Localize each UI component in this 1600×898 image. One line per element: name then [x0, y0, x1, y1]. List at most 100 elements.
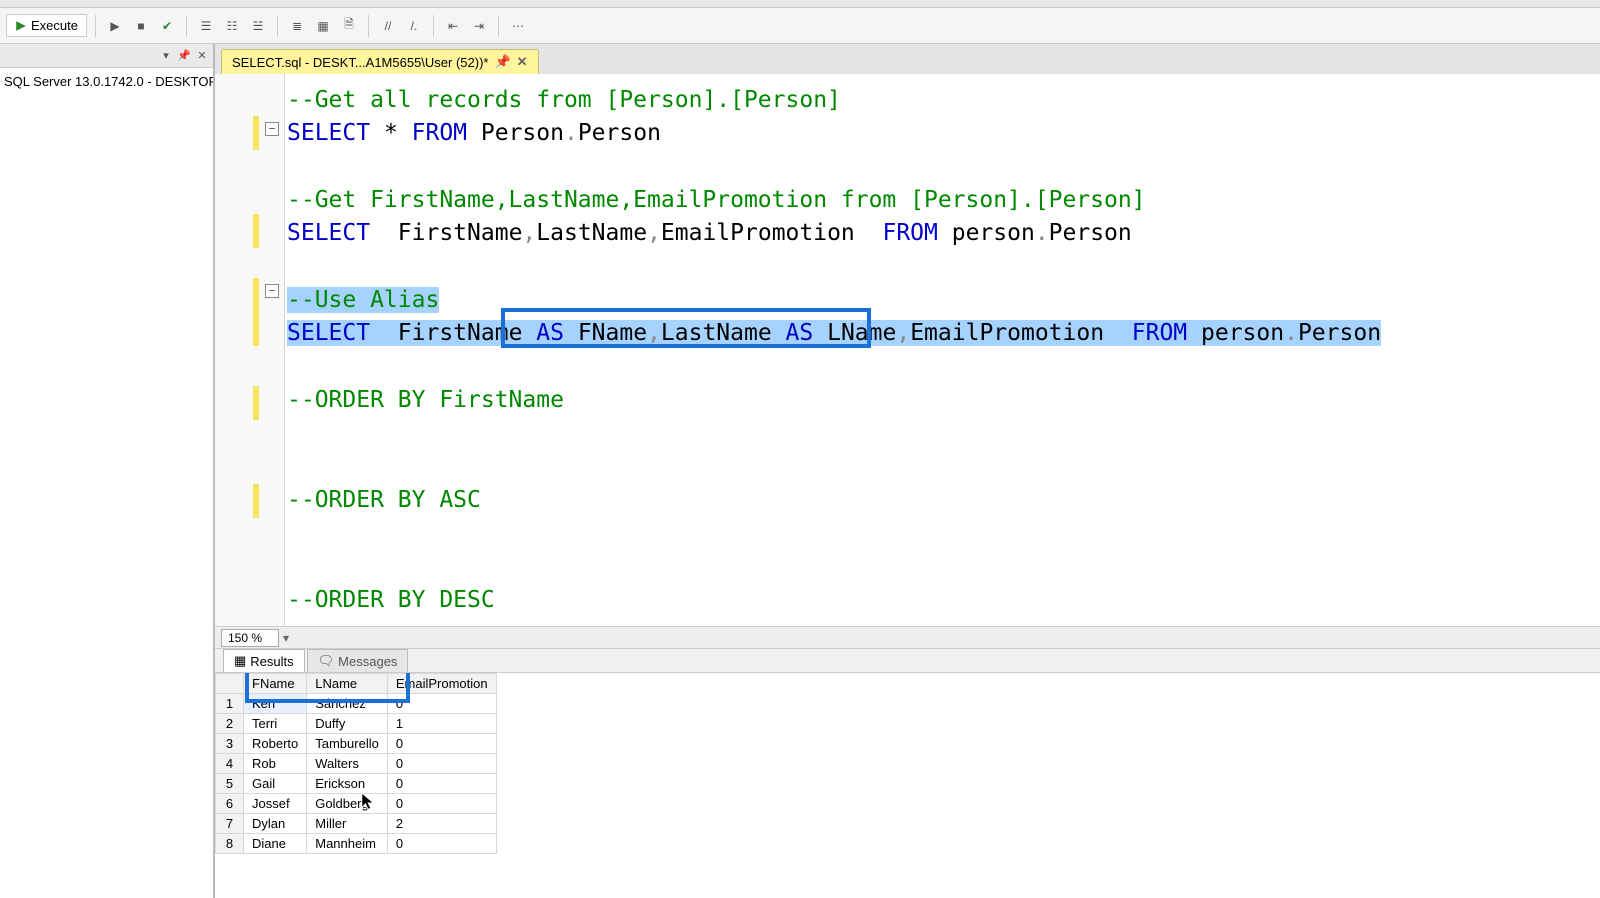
specify-values-icon[interactable]: ⋯ [507, 15, 529, 37]
execute-button[interactable]: Execute [6, 14, 87, 37]
parse-check-icon[interactable]: ✔ [156, 15, 178, 37]
debug-icon[interactable]: ▶ [104, 15, 126, 37]
server-node[interactable]: SQL Server 13.0.1742.0 - DESKTOP-A [4, 74, 213, 89]
code-comment: --ORDER BY ASC [287, 487, 481, 513]
row-number: 4 [216, 754, 244, 774]
dropdown-icon[interactable]: ▾ [159, 49, 173, 63]
execute-label: Execute [31, 18, 78, 33]
cell[interactable]: Gail [244, 774, 307, 794]
play-icon [15, 20, 27, 32]
cell[interactable]: Sánchez [307, 694, 388, 714]
object-explorer: ▾ 📌 ✕ SQL Server 13.0.1742.0 - DESKTOP-A [0, 44, 215, 898]
table-row[interactable]: 1 Ken Sánchez 0 [216, 694, 497, 714]
toolbar-separator [186, 15, 187, 37]
zoom-select[interactable]: 150 % [221, 629, 279, 647]
table-row[interactable]: 3 Roberto Tamburello 0 [216, 734, 497, 754]
results-grid[interactable]: FName LName EmailPromotion 1 Ken Sánchez… [215, 673, 497, 854]
code-comment: --ORDER BY FirstName [287, 387, 564, 413]
table-row[interactable]: 7 Dylan Miller 2 [216, 814, 497, 834]
close-icon[interactable]: ✕ [195, 49, 209, 63]
cell[interactable]: Dylan [244, 814, 307, 834]
col-header-emailpromotion[interactable]: EmailPromotion [387, 674, 496, 694]
menu-bar-strip [0, 0, 1600, 8]
document-area: SELECT.sql - DESKT...A1M5655\User (52))*… [215, 44, 1600, 898]
results-tab[interactable]: ▦ Results [223, 649, 305, 672]
comment-icon[interactable]: // [377, 15, 399, 37]
table-row[interactable]: 2 Terri Duffy 1 [216, 714, 497, 734]
results-text-icon[interactable]: ≣ [286, 15, 308, 37]
grid-header-row: FName LName EmailPromotion [216, 674, 497, 694]
toolbar: Execute ▶ ■ ✔ ☰ ☷ ☱ ≣ ▦ 🗎 // /. ⇤ ⇥ ⋯ [0, 8, 1600, 44]
include-stats-icon[interactable]: ☱ [247, 15, 269, 37]
cell[interactable]: Diane [244, 834, 307, 854]
include-plan-icon[interactable]: ☷ [221, 15, 243, 37]
cell[interactable]: Rob [244, 754, 307, 774]
toolbar-separator [498, 15, 499, 37]
code-block: --Get all records from [Person].[Person]… [287, 84, 1600, 618]
stop-icon[interactable]: ■ [130, 15, 152, 37]
tab-pin-icon[interactable]: 📌 [494, 54, 510, 70]
row-number: 5 [216, 774, 244, 794]
cell[interactable]: Ken [244, 694, 307, 714]
pin-icon[interactable]: 📌 [177, 49, 191, 63]
cell[interactable]: Mannheim [307, 834, 388, 854]
cell[interactable]: 0 [387, 754, 496, 774]
cell[interactable]: Walters [307, 754, 388, 774]
col-header-lname[interactable]: LName [307, 674, 388, 694]
table-row[interactable]: 6 Jossef Goldberg 0 [216, 794, 497, 814]
cell[interactable]: Miller [307, 814, 388, 834]
table-row[interactable]: 4 Rob Walters 0 [216, 754, 497, 774]
cell[interactable]: 0 [387, 794, 496, 814]
results-grid-icon[interactable]: ▦ [312, 15, 334, 37]
cell[interactable]: 1 [387, 714, 496, 734]
close-icon[interactable]: ✕ [517, 54, 528, 70]
document-tab[interactable]: SELECT.sql - DESKT...A1M5655\User (52))*… [221, 49, 539, 74]
results-tab-bar: ▦ Results 🗨 Messages [215, 648, 1600, 672]
uncomment-icon[interactable]: /. [403, 15, 425, 37]
messages-tab[interactable]: 🗨 Messages [307, 649, 409, 672]
toolbar-separator [277, 15, 278, 37]
table-row[interactable]: 5 Gail Erickson 0 [216, 774, 497, 794]
indent-less-icon[interactable]: ⇤ [442, 15, 464, 37]
fold-icon[interactable]: − [265, 284, 279, 298]
change-marker [253, 116, 259, 150]
cell[interactable]: Jossef [244, 794, 307, 814]
cell[interactable]: 0 [387, 834, 496, 854]
toolbar-separator [433, 15, 434, 37]
cell[interactable]: 0 [387, 694, 496, 714]
row-number: 7 [216, 814, 244, 834]
messages-icon: 🗨 [318, 653, 335, 669]
indent-more-icon[interactable]: ⇥ [468, 15, 490, 37]
cell[interactable]: 0 [387, 734, 496, 754]
row-header-corner [216, 674, 244, 694]
display-plan-icon[interactable]: ☰ [195, 15, 217, 37]
code-comment: --Use Alias [287, 287, 439, 313]
document-tabs: SELECT.sql - DESKT...A1M5655\User (52))*… [215, 44, 1600, 74]
toolbar-separator [95, 15, 96, 37]
editor-gutter: − − [215, 74, 285, 626]
col-header-fname[interactable]: FName [244, 674, 307, 694]
results-grid-pane[interactable]: FName LName EmailPromotion 1 Ken Sánchez… [215, 672, 1600, 898]
main-area: ▾ 📌 ✕ SQL Server 13.0.1742.0 - DESKTOP-A… [0, 44, 1600, 898]
cell[interactable]: Roberto [244, 734, 307, 754]
change-marker [253, 386, 259, 420]
cell[interactable]: Duffy [307, 714, 388, 734]
chevron-down-icon[interactable]: ▾ [283, 631, 289, 645]
cell[interactable]: 0 [387, 774, 496, 794]
cell[interactable]: Tamburello [307, 734, 388, 754]
code-comment: --ORDER BY DESC [287, 587, 495, 613]
cell[interactable]: Terri [244, 714, 307, 734]
cell[interactable]: Goldberg [307, 794, 388, 814]
cell[interactable]: 2 [387, 814, 496, 834]
code-kw: SELECT [287, 120, 370, 146]
code-comment: --Get FirstName,LastName,EmailPromotion … [287, 187, 1146, 213]
code-editor[interactable]: − − --Get all records from [Person].[Per… [215, 74, 1600, 626]
change-marker [253, 278, 259, 346]
results-file-icon[interactable]: 🗎 [338, 15, 360, 37]
change-marker [253, 484, 259, 518]
object-explorer-body[interactable]: SQL Server 13.0.1742.0 - DESKTOP-A [0, 68, 213, 898]
table-row[interactable]: 8 Diane Mannheim 0 [216, 834, 497, 854]
fold-icon[interactable]: − [265, 122, 279, 136]
row-number: 2 [216, 714, 244, 734]
cell[interactable]: Erickson [307, 774, 388, 794]
